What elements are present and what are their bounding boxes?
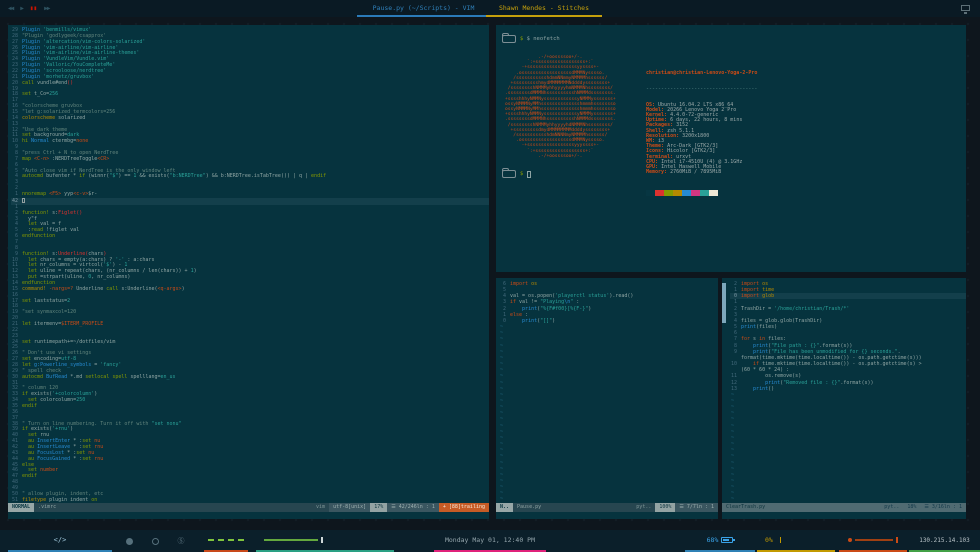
pause-cursor-position: ☰ 7/7ln : 1 bbox=[675, 503, 718, 512]
pause-scroll-percent: 100% bbox=[655, 503, 675, 512]
scrollbar-thumb[interactable] bbox=[722, 283, 726, 323]
workspace-button-skype[interactable]: Ⓢ bbox=[170, 530, 192, 552]
graph-bar bbox=[208, 539, 214, 541]
vim-mode-indicator: NORMAL bbox=[8, 503, 34, 512]
song-progress-slider[interactable] bbox=[256, 530, 394, 552]
terminal-cursor bbox=[527, 171, 531, 178]
vimrc-trailing-warning: + [88]trailing bbox=[439, 503, 489, 512]
cleartrash-cursor-position: ☰ 3/16ln : 1 bbox=[920, 503, 966, 512]
folder-icon bbox=[502, 35, 516, 43]
pause-filename: Pause.py bbox=[513, 503, 545, 512]
vimrc-statusline: NORMAL .vimrc vim utf-8[unix] 17% ☰ 42/2… bbox=[8, 503, 489, 512]
terminal-color-palette bbox=[646, 190, 757, 196]
folder-icon bbox=[502, 170, 516, 178]
pause-statusline: N.. Pause.py pyt.. 100% ☰ 7/7ln : 1 bbox=[496, 503, 718, 512]
vim-mode-indicator: N.. bbox=[496, 503, 513, 512]
terminal-command: $ neofetch bbox=[527, 36, 560, 42]
ubuntu-ascii-logo: .-/+oossssoo+/-. `:+ssssssssssssssssss+:… bbox=[505, 55, 616, 159]
vim-window-cleartrash[interactable]: 2import os1import time0import glob12Tras… bbox=[722, 278, 966, 519]
pause-filetype: pyt.. bbox=[632, 503, 655, 512]
neofetch-entries: OS: Ubuntu 16.04.2 LTS x86_64Model: 2026… bbox=[646, 103, 757, 176]
cpu-graph-module[interactable] bbox=[204, 530, 248, 552]
skype-icon: Ⓢ bbox=[178, 536, 185, 546]
cleartrash-scroll-percent: 18% bbox=[903, 503, 920, 512]
graph-bar bbox=[218, 539, 224, 541]
cleartrash-filetype: pyt.. bbox=[880, 503, 903, 512]
display-tray-icon[interactable] bbox=[961, 5, 970, 11]
prompt-symbol: $ bbox=[520, 171, 523, 177]
graph-bar bbox=[228, 539, 234, 541]
progress-handle[interactable] bbox=[321, 537, 323, 543]
terminal-prompt-line: $ $ neofetch bbox=[502, 35, 560, 43]
brightness-handle[interactable] bbox=[896, 537, 898, 543]
brightness-track bbox=[855, 539, 893, 541]
cleartrash-buffer[interactable]: 2import os1import time0import glob12Tras… bbox=[722, 278, 966, 503]
clock-module: Monday May 01, 12:40 PM bbox=[434, 530, 546, 552]
play-button[interactable]: ▶ bbox=[20, 5, 23, 12]
pause-button[interactable]: ▮▮ bbox=[30, 5, 37, 12]
top-bar: ◀◀ ▶ ▮▮ ▶▶ Pause.py (~/Scripts) - VIM Sh… bbox=[0, 0, 980, 17]
next-track-button[interactable]: ▶▶ bbox=[44, 5, 49, 12]
brightness-icon bbox=[848, 538, 852, 542]
ip-address-module: 130.215.14.103 bbox=[909, 530, 980, 552]
desktop: { "topbar": { "prev": "◀◀", "play": "▶",… bbox=[0, 0, 980, 552]
media-controls: ◀◀ ▶ ▮▮ ▶▶ bbox=[8, 0, 49, 17]
terminal-window[interactable]: $ $ neofetch .-/+oossssoo+/-. `:+sssssss… bbox=[496, 25, 966, 272]
terminal-current-prompt[interactable]: $ bbox=[502, 170, 531, 178]
browser-icon bbox=[126, 538, 133, 545]
neofetch-info: christian@christian-Lenovo-Yoga-2-Pro --… bbox=[646, 61, 757, 206]
vimrc-filetype: vim bbox=[312, 503, 329, 512]
vimrc-scroll-percent: 17% bbox=[370, 503, 387, 512]
volume-percent: 0% bbox=[765, 536, 773, 544]
vimrc-buffer[interactable]: 29Plugin 'benmills/vimux'28"Plugin 'godl… bbox=[8, 25, 489, 504]
now-playing-title[interactable]: Shawn Mendes - Stitches bbox=[486, 0, 602, 17]
window-title-vim[interactable]: Pause.py (~/Scripts) - VIM bbox=[357, 0, 490, 17]
vim-window-vimrc[interactable]: 29Plugin 'benmills/vimux'28"Plugin 'godl… bbox=[8, 25, 489, 519]
volume-module[interactable]: 0% bbox=[757, 530, 835, 552]
battery-percent: 68% bbox=[707, 536, 719, 544]
neofetch-user-host: christian@christian-Lenovo-Yoga-2-Pro bbox=[646, 71, 757, 76]
progress-track bbox=[264, 539, 318, 541]
vim-window-pause[interactable]: 6import os54val = os.popen('playerctl st… bbox=[496, 278, 718, 519]
workspace-button-code[interactable]: </> bbox=[8, 530, 112, 552]
brightness-module[interactable] bbox=[839, 530, 907, 552]
cleartrash-statusline: ClearTrash.py pyt.. 18% ☰ 3/16ln : 1 bbox=[722, 503, 966, 512]
graph-bar bbox=[238, 539, 244, 541]
pause-buffer[interactable]: 6import os54val = os.popen('playerctl st… bbox=[496, 278, 718, 503]
workspace-button-browser[interactable] bbox=[118, 530, 140, 552]
vimrc-filename: .vimrc bbox=[34, 503, 60, 512]
vimrc-cursor-position: ☰ 42/246ln : 1 bbox=[387, 503, 439, 512]
battery-module: 68% bbox=[685, 530, 755, 552]
workspace-button-media[interactable] bbox=[144, 530, 166, 552]
vimrc-encoding: utf-8[unix] bbox=[329, 503, 370, 512]
volume-handle[interactable] bbox=[780, 537, 782, 543]
battery-icon bbox=[721, 537, 733, 543]
bottom-bar: </> Ⓢ Monday May 01, 12:40 PM 68% 0% 130… bbox=[0, 530, 980, 552]
neofetch-separator: ------------------------------------- bbox=[646, 87, 757, 92]
cleartrash-filename: ClearTrash.py bbox=[722, 503, 769, 512]
media-app-icon bbox=[152, 538, 159, 545]
previous-track-button[interactable]: ◀◀ bbox=[8, 5, 13, 12]
